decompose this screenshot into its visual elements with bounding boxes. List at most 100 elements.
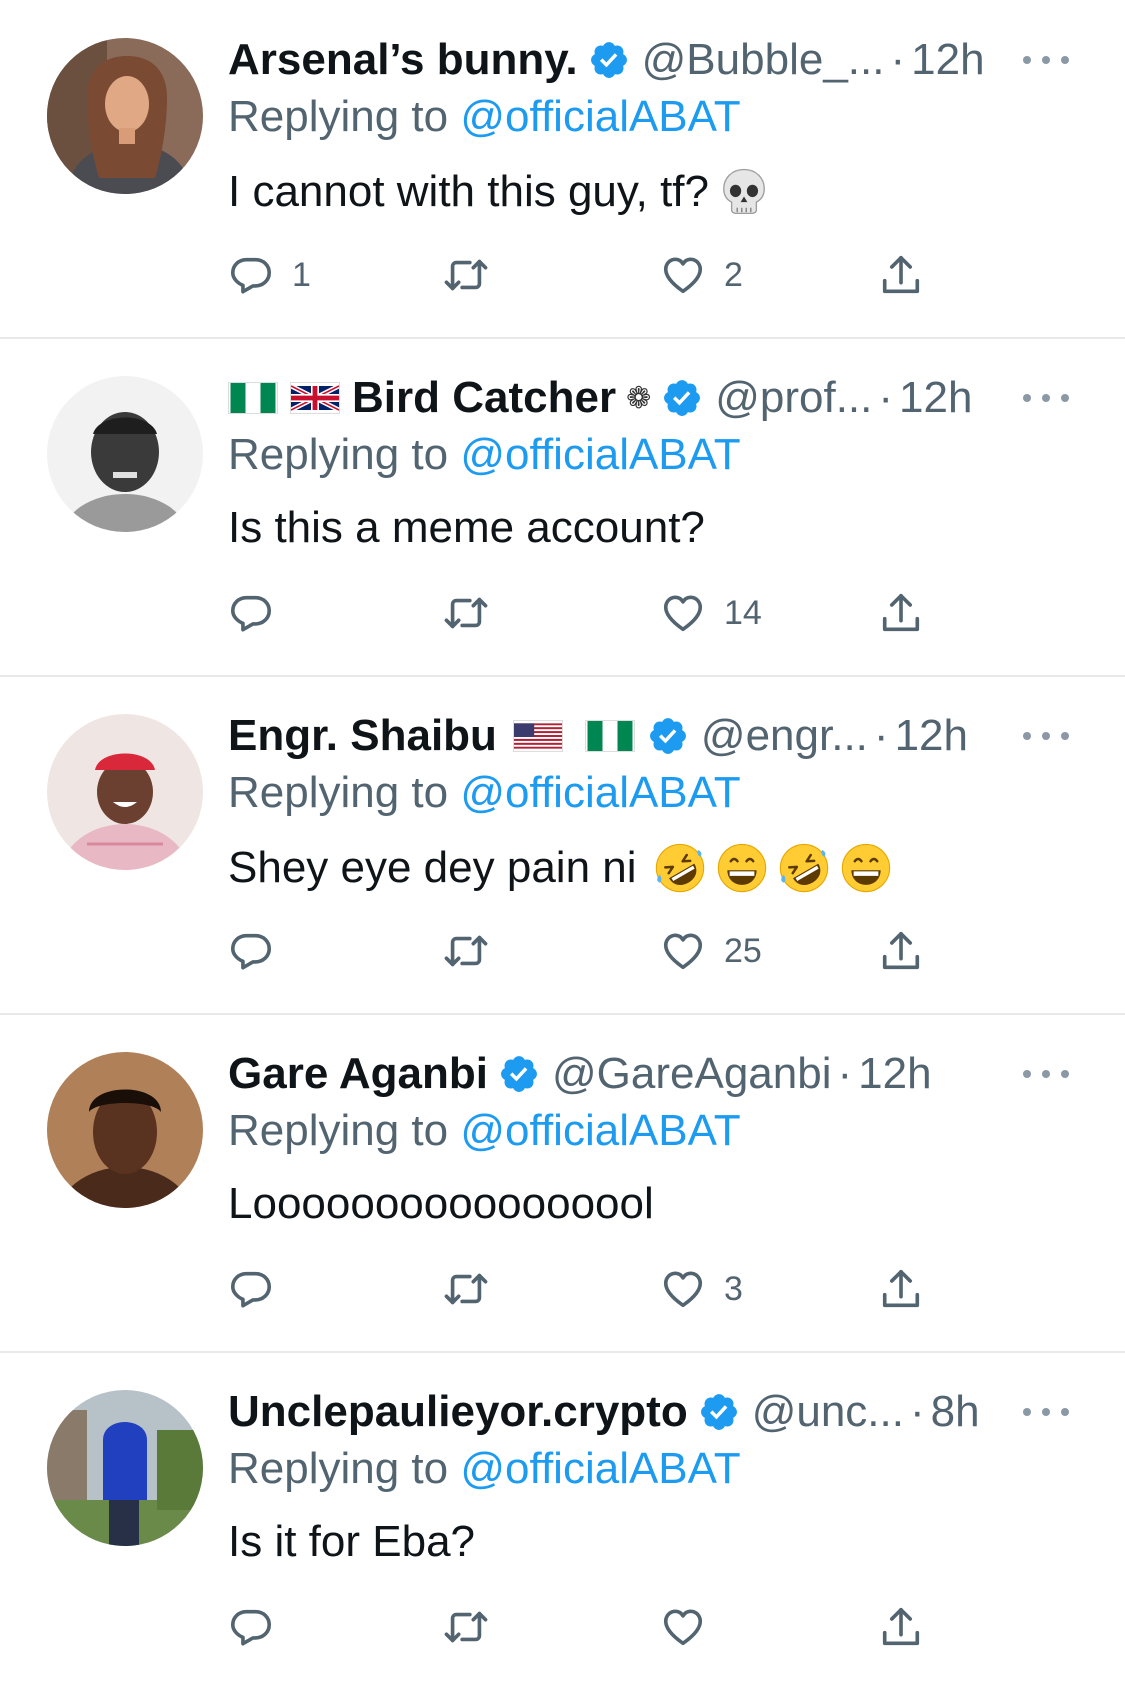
reply-button[interactable] [228,1597,292,1657]
timestamp[interactable]: 8h [931,1387,980,1437]
share-button[interactable] [878,583,924,643]
tweet-text-content: Is it for Eba? [228,1517,476,1566]
share-icon [878,1604,924,1650]
rofl-emoji [653,841,707,895]
heart-icon [660,1604,706,1650]
more-options-icon[interactable] [1023,1392,1069,1432]
tweet-actions: 3 [228,1259,948,1319]
nigeria-flag-icon [228,382,278,414]
verified-badge-icon [498,1053,540,1095]
tweet-text: I cannot with this guy, tf? [228,165,771,219]
nigeria-flag-icon [584,720,635,752]
usa-flag-icon [512,720,563,752]
share-icon [878,1266,924,1312]
separator-dot: · [878,373,894,422]
share-button[interactable] [878,1597,924,1657]
reply-button[interactable]: 1 [228,245,311,305]
timestamp[interactable]: 12h [858,1049,931,1099]
avatar[interactable] [47,1052,203,1208]
user-handle[interactable]: @prof... [715,373,872,423]
user-handle[interactable]: @engr... [701,711,868,761]
replying-to: Replying to @officialABAT [228,768,741,818]
tweet-actions [228,1597,948,1657]
replying-to: Replying to @officialABAT [228,430,741,480]
rofl-emoji [777,841,831,895]
verified-badge-icon [698,1391,740,1433]
tweet-actions: 25 [228,921,948,981]
grin-emoji [839,841,893,895]
separator-dot: · [890,35,906,84]
heart-icon [660,590,706,636]
display-name[interactable]: Gare Aganbi [228,1049,488,1099]
reply-count: 1 [292,255,311,294]
user-handle[interactable]: @unc... [752,1387,904,1437]
grin-emoji [715,841,769,895]
reply-button[interactable] [228,921,292,981]
more-options-icon[interactable] [1023,1054,1069,1094]
retweet-button[interactable] [443,245,507,305]
heart-icon [660,928,706,974]
avatar[interactable] [47,1390,203,1546]
display-name[interactable]: Engr. Shaibu [228,711,497,761]
mention-link[interactable]: @officialABAT [460,1106,740,1155]
display-name[interactable]: Bird Catcher [352,373,616,423]
display-name[interactable]: Unclepaulieyor.crypto [228,1387,688,1437]
separator-dot: · [909,1387,925,1436]
reply-button[interactable] [228,1259,292,1319]
retweet-button[interactable] [443,1597,507,1657]
retweet-button[interactable] [443,1259,507,1319]
like-button[interactable]: 14 [660,583,762,643]
timestamp[interactable]: 12h [895,711,968,761]
user-handle[interactable]: @Bubble_... [642,35,885,85]
flower-symbol: ❁ [626,381,652,415]
user-handle[interactable]: @GareAganbi [552,1049,832,1099]
heart-icon [660,252,706,298]
retweet-icon [443,1604,489,1650]
share-button[interactable] [878,245,924,305]
share-button[interactable] [878,1259,924,1319]
like-button[interactable]: 2 [660,245,743,305]
retweet-icon [443,1266,489,1312]
mention-link[interactable]: @officialABAT [460,1444,740,1493]
avatar[interactable] [47,714,203,870]
retweet-icon [443,928,489,974]
tweet[interactable]: Bird Catcher ❁ @prof... · 12h Replying t… [0,338,1125,676]
timestamp[interactable]: 12h [899,373,972,423]
tweet-text-content: Looooooooooooooool [228,1179,654,1228]
like-button[interactable]: 3 [660,1259,743,1319]
replying-to: Replying to @officialABAT [228,1444,741,1494]
avatar[interactable] [47,38,203,194]
more-options-icon[interactable] [1023,40,1069,80]
mention-link[interactable]: @officialABAT [460,768,740,817]
replying-to-label: Replying to [228,92,449,141]
tweet[interactable]: Unclepaulieyor.crypto @unc... · 8h Reply… [0,1352,1125,1690]
tweet[interactable]: Gare Aganbi @GareAganbi · 12h Replying t… [0,1014,1125,1352]
replying-to-label: Replying to [228,430,449,479]
share-button[interactable] [878,921,924,981]
retweet-button[interactable] [443,921,507,981]
share-icon [878,928,924,974]
verified-badge-icon [588,39,630,81]
retweet-button[interactable] [443,583,507,643]
like-button[interactable] [660,1597,724,1657]
like-count: 25 [724,931,762,970]
like-button[interactable]: 25 [660,921,762,981]
reply-button[interactable] [228,583,292,643]
more-options-icon[interactable] [1023,378,1069,418]
avatar[interactable] [47,376,203,532]
retweet-icon [443,590,489,636]
tweet-actions: 14 [228,583,948,643]
mention-link[interactable]: @officialABAT [460,430,740,479]
timestamp[interactable]: 12h [911,35,984,85]
tweet[interactable]: Engr. Shaibu @engr... · 12h Replying to … [0,676,1125,1014]
heart-icon [660,1266,706,1312]
reply-icon [228,252,274,298]
mention-link[interactable]: @officialABAT [460,92,740,141]
tweet-actions: 1 2 [228,245,948,305]
tweet[interactable]: Arsenal’s bunny. @Bubble_... · 12h Reply… [0,0,1125,338]
display-name[interactable]: Arsenal’s bunny. [228,35,578,85]
uk-flag-icon [290,382,340,414]
verified-badge-icon [647,715,689,757]
more-options-icon[interactable] [1023,716,1069,756]
retweet-icon [443,252,489,298]
